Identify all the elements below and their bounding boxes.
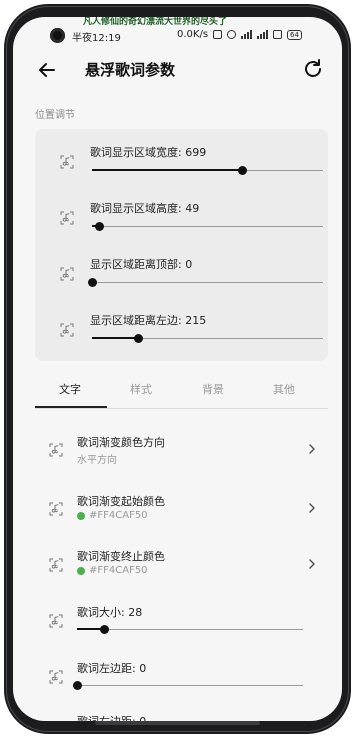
item-title: 歌词渐变颜色方向 bbox=[77, 436, 165, 449]
lyric-icon bbox=[49, 502, 63, 516]
chevron-right-icon bbox=[309, 503, 315, 513]
lyric-size-item: 歌词大小: 28 bbox=[35, 589, 328, 645]
tabs-divider bbox=[35, 408, 328, 409]
right-margin-item: 歌词右边距: 0 bbox=[35, 701, 328, 721]
width-slider[interactable] bbox=[92, 166, 323, 175]
gradient-end-item[interactable]: 歌词渐变终止颜色 #FF4CAF50 bbox=[35, 533, 328, 589]
battery-icon: 64 bbox=[287, 29, 302, 40]
left-margin-item: 歌词左边距: 0 bbox=[35, 645, 328, 701]
status-bar: 半夜12:19 0.0K/s 64 bbox=[13, 25, 342, 47]
signal-icon-1 bbox=[241, 30, 253, 39]
gradient-start-item[interactable]: 歌词渐变起始颜色 #FF4CAF50 bbox=[35, 477, 328, 533]
slider-thumb[interactable] bbox=[100, 625, 110, 634]
height-slider[interactable] bbox=[92, 222, 323, 231]
item-value: #FF4CAF50 bbox=[77, 510, 148, 521]
refresh-icon[interactable] bbox=[301, 57, 325, 81]
gradient-direction-item[interactable]: 歌词渐变颜色方向 水平方向 bbox=[35, 423, 328, 477]
top-offset-slider[interactable] bbox=[88, 278, 323, 287]
lyric-icon bbox=[60, 155, 74, 169]
signal-icon-2 bbox=[257, 30, 269, 39]
page-title: 悬浮歌词参数 bbox=[85, 61, 176, 79]
chevron-right-icon bbox=[309, 559, 315, 569]
color-swatch bbox=[77, 566, 85, 575]
item-title: 歌词左边距: 0 bbox=[77, 662, 147, 675]
tab-background[interactable]: 背景 bbox=[202, 381, 224, 397]
slider-label: 显示区域距离顶部: 0 bbox=[90, 258, 193, 271]
chevron-right-icon bbox=[309, 444, 315, 454]
slider-row-height: 歌词显示区域高度: 49 bbox=[35, 185, 328, 241]
home-indicator[interactable] bbox=[95, 721, 260, 725]
lyric-icon bbox=[49, 614, 63, 628]
slider-thumb[interactable] bbox=[134, 334, 144, 343]
slider-row-top: 显示区域距离顶部: 0 bbox=[35, 241, 328, 297]
lyric-icon bbox=[60, 323, 74, 337]
tab-other[interactable]: 其他 bbox=[273, 381, 295, 397]
wifi-icon bbox=[273, 30, 283, 39]
tab-text[interactable]: 文字 bbox=[59, 381, 81, 397]
item-value-text: #FF4CAF50 bbox=[89, 565, 148, 576]
floating-lyric-overlay: 凡人修仙的奇幻漂流大世界的尽头了 bbox=[83, 17, 228, 27]
slider-thumb[interactable] bbox=[88, 278, 97, 287]
front-camera bbox=[50, 28, 65, 43]
slider-thumb[interactable] bbox=[73, 681, 82, 690]
lyric-size-slider[interactable] bbox=[77, 625, 303, 634]
slider-thumb[interactable] bbox=[94, 222, 104, 231]
item-value: 水平方向 bbox=[77, 451, 117, 466]
tab-style[interactable]: 样式 bbox=[130, 381, 152, 397]
item-title: 歌词大小: 28 bbox=[77, 606, 143, 619]
slider-label: 显示区域距离左边: 215 bbox=[90, 314, 207, 327]
lyric-icon bbox=[49, 558, 63, 572]
lyric-icon bbox=[49, 670, 63, 684]
back-arrow-icon[interactable] bbox=[35, 58, 59, 82]
status-time: 半夜12:19 bbox=[72, 33, 121, 44]
item-title: 歌词渐变起始颜色 bbox=[77, 495, 165, 508]
network-speed: 0.0K/s bbox=[177, 29, 209, 40]
settings-tabs: 文字 样式 背景 其他 bbox=[35, 371, 328, 409]
slider-row-width: 歌词显示区域宽度: 699 bbox=[35, 129, 328, 185]
color-swatch bbox=[77, 511, 85, 520]
slider-row-left: 显示区域距离左边: 215 bbox=[35, 297, 328, 353]
position-section-title: 位置调节 bbox=[35, 110, 75, 121]
alarm-icon bbox=[227, 30, 237, 39]
item-title: 歌词右边距: 0 bbox=[77, 713, 146, 721]
lyric-icon bbox=[49, 443, 63, 457]
item-value-text: #FF4CAF50 bbox=[89, 510, 148, 521]
left-offset-slider[interactable] bbox=[92, 334, 323, 343]
app-screen: 凡人修仙的奇幻漂流大世界的尽头了 半夜12:19 0.0K/s 64 悬浮歌词参… bbox=[13, 17, 342, 721]
item-title: 歌词渐变终止颜色 bbox=[77, 550, 165, 563]
left-margin-slider[interactable] bbox=[73, 681, 303, 690]
app-bar: 悬浮歌词参数 bbox=[13, 52, 342, 88]
lyric-icon bbox=[60, 211, 74, 225]
active-tab-indicator bbox=[35, 406, 107, 408]
item-value-text: 水平方向 bbox=[77, 455, 117, 466]
slider-label: 歌词显示区域宽度: 699 bbox=[90, 146, 207, 159]
status-indicators: 0.0K/s 64 bbox=[177, 29, 302, 40]
slider-thumb[interactable] bbox=[238, 166, 248, 175]
position-settings-card: 歌词显示区域宽度: 699 歌词显示区域高度: 49 显示区域距离顶部: 0 显… bbox=[35, 129, 328, 361]
vpn-icon bbox=[213, 30, 223, 39]
lyric-icon bbox=[60, 267, 74, 281]
item-value: #FF4CAF50 bbox=[77, 565, 148, 576]
slider-label: 歌词显示区域高度: 49 bbox=[90, 202, 200, 215]
